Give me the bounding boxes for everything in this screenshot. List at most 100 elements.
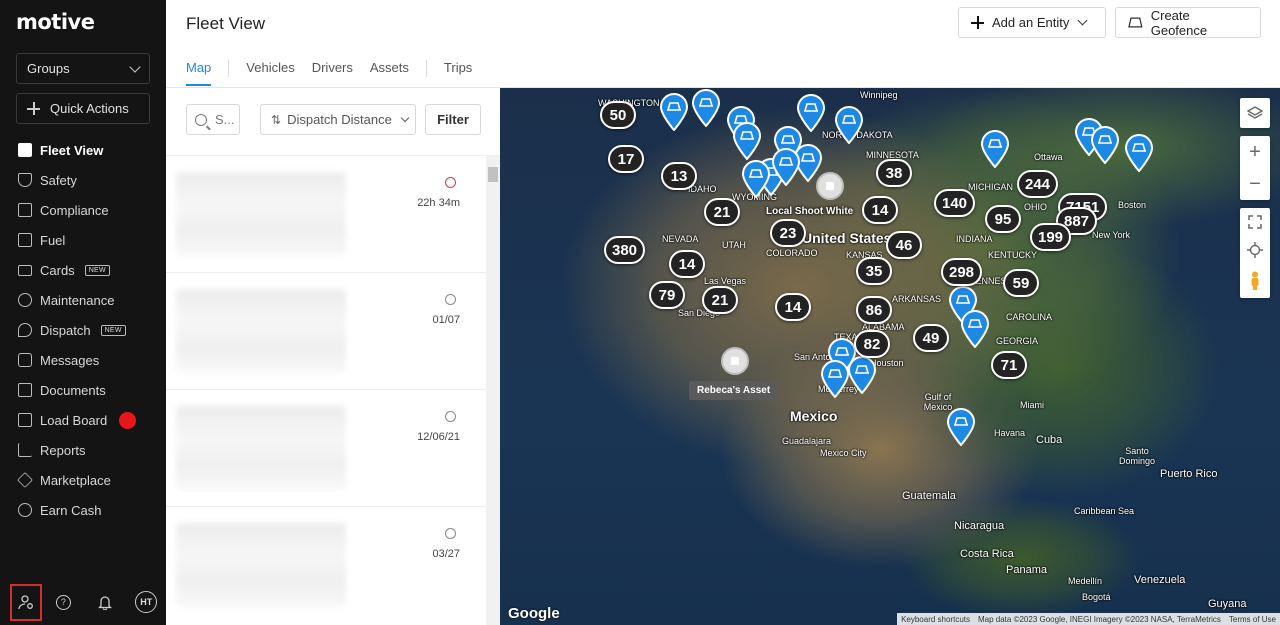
street-view-icon[interactable] bbox=[1250, 271, 1260, 291]
zoom-out-button[interactable]: − bbox=[1249, 173, 1261, 196]
vehicle-cluster[interactable]: 14 bbox=[775, 293, 811, 321]
vehicle-cluster[interactable]: 86 bbox=[856, 296, 892, 324]
vehicle-cluster[interactable]: 23 bbox=[770, 219, 806, 247]
add-entity-button[interactable]: Add an Entity bbox=[958, 7, 1106, 38]
sidebar-item-cards[interactable]: Cards NEW bbox=[0, 255, 166, 285]
vehicle-cluster[interactable]: 199 bbox=[1030, 223, 1072, 251]
fleet-map[interactable]: Winnipeg WASHINGTON NORTH DAKOTA MINNESO… bbox=[500, 88, 1280, 625]
sidebar: motive Groups Quick Actions Fleet View S… bbox=[0, 0, 166, 625]
load-board-icon bbox=[18, 413, 32, 427]
list-item[interactable]: 12/06/21 bbox=[166, 389, 486, 506]
list-item[interactable]: 22h 34m bbox=[166, 155, 486, 272]
vehicle-pin-icon[interactable] bbox=[1090, 126, 1120, 164]
groups-dropdown[interactable]: Groups bbox=[16, 53, 150, 84]
vehicle-cluster[interactable]: 46 bbox=[886, 231, 922, 259]
vehicle-cluster[interactable]: 82 bbox=[854, 330, 890, 358]
sidebar-item-label: Cards bbox=[40, 262, 75, 278]
sidebar-item-dispatch[interactable]: Dispatch NEW bbox=[0, 315, 166, 345]
search-input[interactable]: S... bbox=[186, 104, 240, 135]
sidebar-item-maintenance[interactable]: Maintenance bbox=[0, 285, 166, 315]
vehicle-pin-icon[interactable] bbox=[771, 148, 801, 186]
tab-trips[interactable]: Trips bbox=[444, 60, 472, 86]
tab-vehicles[interactable]: Vehicles bbox=[246, 60, 294, 86]
vehicle-pin-icon[interactable] bbox=[834, 106, 864, 144]
sidebar-item-documents[interactable]: Documents bbox=[0, 375, 166, 405]
entity-list: 22h 34m 01/07 12/06/21 03/27 bbox=[166, 155, 486, 623]
vehicle-cluster[interactable]: 38 bbox=[876, 159, 912, 187]
vehicle-pin-icon[interactable] bbox=[732, 122, 762, 160]
keyboard-shortcuts-link[interactable]: Keyboard shortcuts bbox=[901, 615, 970, 624]
vehicle-pin-icon[interactable] bbox=[691, 89, 721, 127]
sidebar-item-marketplace[interactable]: Marketplace bbox=[0, 465, 166, 495]
sidebar-item-fleet-view[interactable]: Fleet View bbox=[0, 135, 166, 165]
vehicle-cluster[interactable]: 59 bbox=[1003, 269, 1039, 297]
vehicle-cluster[interactable]: 95 bbox=[985, 205, 1021, 233]
map-label-indiana: INDIANA bbox=[956, 234, 993, 244]
vehicle-cluster[interactable]: 298 bbox=[941, 258, 983, 286]
geofence-icon bbox=[1128, 17, 1143, 28]
vehicle-cluster[interactable]: 21 bbox=[702, 286, 738, 314]
profile-button[interactable]: HT bbox=[127, 583, 166, 621]
motive-logo[interactable]: motive bbox=[16, 10, 95, 34]
locate-icon[interactable] bbox=[1247, 241, 1263, 258]
vehicle-cluster[interactable]: 244 bbox=[1017, 170, 1059, 198]
vehicle-pin-icon[interactable] bbox=[659, 93, 689, 131]
vehicle-cluster[interactable]: 14 bbox=[862, 196, 898, 224]
vehicle-cluster[interactable]: 49 bbox=[913, 324, 949, 352]
sidebar-item-label: Load Board bbox=[40, 412, 108, 428]
list-item[interactable]: 03/27 bbox=[166, 506, 486, 623]
help-button[interactable]: ? bbox=[44, 583, 83, 621]
map-label-carolina: CAROLINA bbox=[1006, 312, 1053, 322]
list-item-time: 03/27 bbox=[432, 548, 460, 560]
vehicle-cluster[interactable]: 14 bbox=[669, 250, 705, 278]
entity-list-panel: S... ⇅ Dispatch Distance Filter 22h 34m … bbox=[166, 88, 500, 625]
asset-marker[interactable] bbox=[816, 172, 844, 200]
sidebar-item-load-board[interactable]: Load Board bbox=[0, 405, 166, 435]
vehicle-cluster[interactable]: 380 bbox=[604, 236, 646, 264]
user-settings-button[interactable] bbox=[10, 583, 42, 621]
scrollbar-thumb[interactable] bbox=[488, 167, 498, 182]
vehicle-cluster[interactable]: 71 bbox=[991, 351, 1027, 379]
vehicle-pin-icon[interactable] bbox=[820, 360, 850, 398]
create-geofence-button[interactable]: Create Geofence bbox=[1115, 7, 1261, 38]
fullscreen-icon[interactable] bbox=[1248, 214, 1262, 229]
sidebar-item-safety[interactable]: Safety bbox=[0, 165, 166, 195]
tab-drivers[interactable]: Drivers bbox=[312, 60, 353, 86]
vehicle-cluster[interactable]: 79 bbox=[649, 281, 685, 309]
vehicle-cluster[interactable]: 50 bbox=[600, 101, 636, 129]
notifications-button[interactable] bbox=[85, 583, 124, 621]
map-label-arkansas: ARKANSAS bbox=[892, 294, 942, 304]
vehicle-cluster[interactable]: 21 bbox=[704, 198, 740, 226]
vehicle-pin-icon[interactable] bbox=[741, 160, 771, 198]
tab-map[interactable]: Map bbox=[186, 60, 212, 86]
shield-icon bbox=[18, 173, 32, 187]
quick-actions-button[interactable]: Quick Actions bbox=[16, 93, 150, 124]
sidebar-item-messages[interactable]: Messages bbox=[0, 345, 166, 375]
vehicle-pin-icon[interactable] bbox=[960, 310, 990, 348]
vehicle-cluster[interactable]: 17 bbox=[608, 145, 644, 173]
list-scrollbar[interactable] bbox=[486, 155, 500, 625]
sidebar-item-earn-cash[interactable]: Earn Cash bbox=[0, 495, 166, 525]
tab-assets[interactable]: Assets bbox=[370, 60, 409, 86]
filter-button[interactable]: Filter bbox=[425, 104, 481, 135]
vehicle-cluster[interactable]: 140 bbox=[934, 189, 976, 217]
list-item[interactable]: 01/07 bbox=[166, 272, 486, 389]
map-label-mexico-city: Mexico City bbox=[820, 448, 867, 458]
sidebar-item-reports[interactable]: Reports bbox=[0, 435, 166, 465]
zoom-in-button[interactable]: + bbox=[1249, 141, 1261, 164]
vehicle-pin-icon[interactable] bbox=[847, 356, 877, 394]
vehicle-cluster[interactable]: 35 bbox=[856, 257, 892, 285]
sidebar-item-fuel[interactable]: Fuel bbox=[0, 225, 166, 255]
sort-dropdown[interactable]: ⇅ Dispatch Distance bbox=[260, 104, 416, 135]
vehicle-cluster[interactable]: 13 bbox=[661, 162, 697, 190]
map-label-guyana: Guyana bbox=[1208, 598, 1247, 610]
layers-button[interactable] bbox=[1240, 98, 1270, 128]
vehicle-pin-icon[interactable] bbox=[980, 130, 1010, 168]
vehicle-pin-icon[interactable] bbox=[946, 408, 976, 446]
vehicle-pin-icon[interactable] bbox=[1124, 134, 1154, 172]
map-label-nevada: NEVADA bbox=[662, 234, 699, 244]
terms-of-use-link[interactable]: Terms of Use bbox=[1229, 615, 1276, 624]
fuel-pump-icon bbox=[18, 233, 32, 247]
sidebar-item-compliance[interactable]: Compliance bbox=[0, 195, 166, 225]
asset-marker[interactable] bbox=[721, 347, 749, 375]
